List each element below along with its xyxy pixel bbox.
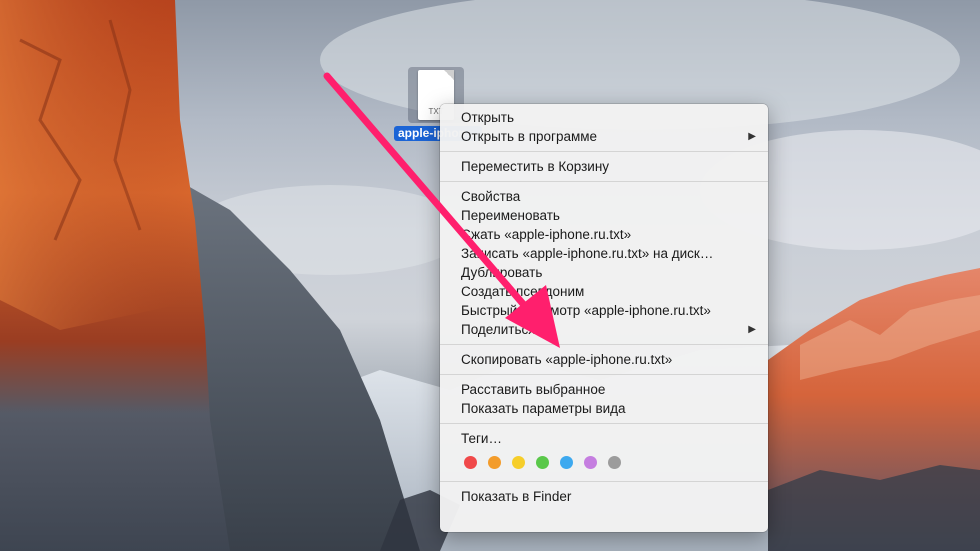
menu-item-label: Дублировать [461, 265, 543, 280]
menu-item-label: Записать «apple-iphone.ru.txt» на диск… [461, 246, 714, 261]
menu-item-2-7[interactable]: Поделиться ▶ [440, 320, 768, 339]
tag-red-dot[interactable] [464, 456, 477, 469]
menu-item-label: Теги… [461, 431, 502, 446]
menu-item-2-5[interactable]: Создать псевдоним [440, 282, 768, 301]
menu-item-4-1[interactable]: Показать параметры вида [440, 399, 768, 418]
menu-item-5-0[interactable]: Теги… [440, 429, 768, 448]
menu-item-label: Сжать «apple-iphone.ru.txt» [461, 227, 632, 242]
menu-separator [440, 481, 768, 482]
menu-separator [440, 151, 768, 152]
menu-item-2-6[interactable]: Быстрый просмотр «apple-iphone.ru.txt» [440, 301, 768, 320]
menu-separator [440, 374, 768, 375]
menu-item-label: Поделиться [461, 322, 536, 337]
menu-item-label: Быстрый просмотр «apple-iphone.ru.txt» [461, 303, 711, 318]
tag-colors [440, 448, 768, 476]
context-menu: Открыть Открыть в программе ▶ Переместить в… [440, 104, 768, 532]
tag-orange-dot[interactable] [488, 456, 501, 469]
tag-gray-dot[interactable] [608, 456, 621, 469]
menu-item-label: Создать псевдоним [461, 284, 585, 299]
menu-item-0-1[interactable]: Открыть в программе ▶ [440, 127, 768, 146]
tag-green-dot[interactable] [536, 456, 549, 469]
tag-yellow-dot[interactable] [512, 456, 525, 469]
tag-purple-dot[interactable] [584, 456, 597, 469]
menu-item-label: Открыть [461, 110, 515, 125]
menu-item-label: Переименовать [461, 208, 560, 223]
menu-item-label: Показать параметры вида [461, 401, 626, 416]
menu-item-label: Показать в Finder [461, 489, 572, 504]
menu-item-label: Открыть в программе [461, 129, 598, 144]
menu-item-2-2[interactable]: Сжать «apple-iphone.ru.txt» [440, 225, 768, 244]
tag-blue-dot[interactable] [560, 456, 573, 469]
menu-item-1-0[interactable]: Переместить в Корзину [440, 157, 768, 176]
menu-item-label: Расставить выбранное [461, 382, 606, 397]
menu-item-0-0[interactable]: Открыть [440, 108, 768, 127]
menu-item-2-4[interactable]: Дублировать [440, 263, 768, 282]
menu-item-label: Скопировать «apple-iphone.ru.txt» [461, 352, 673, 367]
menu-separator [440, 181, 768, 182]
menu-item-2-0[interactable]: Свойства [440, 187, 768, 206]
submenu-arrow-icon: ▶ [748, 324, 756, 335]
menu-item-label: Свойства [461, 189, 521, 204]
menu-item-4-0[interactable]: Расставить выбранное [440, 380, 768, 399]
menu-item-3-0[interactable]: Скопировать «apple-iphone.ru.txt» [440, 350, 768, 369]
submenu-arrow-icon: ▶ [748, 131, 756, 142]
menu-item-2-3[interactable]: Записать «apple-iphone.ru.txt» на диск… [440, 244, 768, 263]
menu-separator [440, 344, 768, 345]
menu-item-label: Переместить в Корзину [461, 159, 610, 174]
menu-item-show-in-finder[interactable]: Показать в Finder [440, 487, 768, 506]
menu-separator [440, 423, 768, 424]
menu-item-2-1[interactable]: Переименовать [440, 206, 768, 225]
